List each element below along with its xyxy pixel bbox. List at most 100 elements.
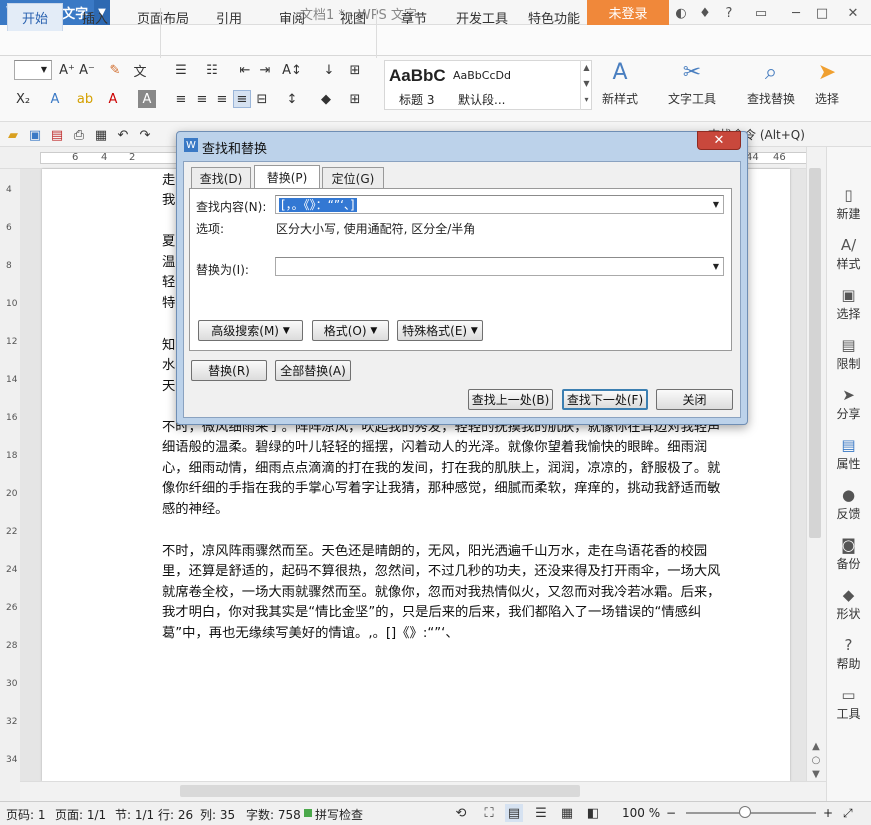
zoom-slider-handle[interactable]: [738, 806, 751, 818]
sidebar-item-help[interactable]: ? 帮助: [826, 636, 871, 672]
page-nav-icon[interactable]: ▲ ○ ▼: [810, 740, 822, 782]
status-section[interactable]: 节: 1/1: [115, 806, 154, 823]
find-input-value[interactable]: [，。《》：“”‘、]: [279, 198, 357, 212]
restore-panel-icon[interactable]: ▭: [751, 3, 771, 23]
subscript-icon[interactable]: X₂: [14, 90, 32, 108]
zoom-slider[interactable]: [686, 812, 816, 814]
text-effect-icon[interactable]: A: [46, 90, 64, 108]
print-icon[interactable]: ⎙: [70, 126, 88, 144]
number-list-icon[interactable]: ☷: [203, 61, 221, 79]
bullet-list-icon[interactable]: ☰: [172, 61, 190, 79]
preview-icon[interactable]: ▦: [92, 126, 110, 144]
chevron-down-icon[interactable]: ▼: [713, 262, 719, 271]
decrease-indent-icon[interactable]: ⇤: [236, 61, 254, 79]
history-icon[interactable]: ⟲: [452, 804, 470, 822]
tab-features[interactable]: 特色功能: [528, 8, 580, 27]
table-icon[interactable]: ⊞: [346, 61, 364, 79]
reading-view-icon[interactable]: ◧: [584, 804, 602, 822]
tab-page-layout[interactable]: 页面布局: [137, 8, 189, 27]
tab-start[interactable]: 开始: [7, 3, 63, 31]
redo-icon[interactable]: ↷: [136, 126, 154, 144]
find-next-button[interactable]: 查找下一处(F): [562, 389, 648, 410]
highlight-icon[interactable]: ab: [76, 90, 94, 108]
grow-font-icon[interactable]: A⁺: [58, 61, 76, 79]
minimize-icon[interactable]: ─: [786, 3, 806, 23]
open-icon[interactable]: ▰: [4, 126, 22, 144]
tab-replace[interactable]: 替换(P): [254, 165, 320, 189]
shrink-font-icon[interactable]: A⁻: [78, 61, 96, 79]
sidebar-item-share[interactable]: ➤ 分享: [826, 386, 871, 422]
align-center-icon[interactable]: ≡: [193, 90, 211, 108]
sidebar-item-feedback[interactable]: ● 反馈: [826, 486, 871, 522]
login-button[interactable]: 未登录: [587, 0, 669, 25]
clear-format-icon[interactable]: ✎: [106, 61, 124, 79]
tab-find[interactable]: 查找(D): [191, 167, 251, 188]
find-replace-button[interactable]: ⌕ 查找替换: [741, 60, 801, 107]
tab-goto[interactable]: 定位(G): [322, 167, 384, 188]
line-spacing-icon[interactable]: ↕: [283, 90, 301, 108]
increase-indent-icon[interactable]: ⇥: [256, 61, 274, 79]
save-icon[interactable]: ▣: [26, 126, 44, 144]
style-sample-heading[interactable]: AaBbC: [389, 66, 446, 86]
replace-button[interactable]: 替换(R): [191, 360, 267, 381]
sidebar-item-new[interactable]: ▯ 新建: [826, 186, 871, 222]
sidebar-item-properties[interactable]: ▤ 属性: [826, 436, 871, 472]
close-icon[interactable]: ✕: [843, 3, 863, 23]
tab-references[interactable]: 引用: [216, 8, 242, 27]
char-shading-icon[interactable]: A: [138, 90, 156, 108]
undo-icon[interactable]: ↶: [114, 126, 132, 144]
pdf-icon[interactable]: ▤: [48, 126, 66, 144]
tab-chapter[interactable]: 章节: [401, 8, 427, 27]
shirt-icon[interactable]: ♦: [695, 3, 715, 23]
justify-icon[interactable]: ≡: [233, 90, 251, 108]
help-icon[interactable]: ?: [719, 3, 739, 23]
border-icon[interactable]: ⊞: [346, 90, 364, 108]
find-previous-button[interactable]: 查找上一处(B): [468, 389, 553, 410]
web-view-icon[interactable]: ▦: [558, 804, 576, 822]
status-page-code[interactable]: 页码: 1: [6, 806, 46, 823]
outline-view-icon[interactable]: ☰: [532, 804, 550, 822]
page-view-icon[interactable]: ▤: [505, 804, 523, 822]
fit-window-icon[interactable]: ⤢: [843, 806, 853, 821]
align-left-icon[interactable]: ≡: [172, 90, 190, 108]
zoom-level[interactable]: 100 %: [622, 806, 660, 820]
sidebar-item-select[interactable]: ▣ 选择: [826, 286, 871, 322]
format-button[interactable]: 格式(O) ▼: [312, 320, 389, 341]
tab-review[interactable]: 审阅: [279, 8, 305, 27]
select-button[interactable]: ➤ 选择: [802, 60, 852, 107]
sidebar-item-tools[interactable]: ▭ 工具: [826, 686, 871, 722]
sidebar-item-shape[interactable]: ◆ 形状: [826, 586, 871, 622]
status-words[interactable]: 字数: 758: [246, 806, 301, 823]
zoom-out-icon[interactable]: −: [666, 806, 676, 820]
vertical-scroll-thumb[interactable]: [809, 168, 821, 538]
fullscreen-icon[interactable]: ⛶: [480, 804, 498, 822]
horizontal-scroll-thumb[interactable]: [180, 785, 580, 797]
dialog-close-button[interactable]: ✕: [697, 131, 741, 150]
chevron-down-icon[interactable]: ▼: [713, 200, 719, 209]
maximize-icon[interactable]: □: [812, 3, 832, 23]
advanced-search-button[interactable]: 高级搜索(M) ▼: [198, 320, 303, 341]
phonetic-icon[interactable]: 文: [131, 61, 149, 80]
text-tool-button[interactable]: ✂ 文字工具: [662, 60, 722, 107]
sort-icon[interactable]: ↓: [320, 61, 338, 79]
font-size-select[interactable]: ▼: [14, 60, 52, 80]
special-format-button[interactable]: 特殊格式(E) ▼: [397, 320, 483, 341]
replace-input[interactable]: ▼: [275, 257, 724, 276]
sidebar-item-restrict[interactable]: ▤ 限制: [826, 336, 871, 372]
status-spell-check[interactable]: 拼写检查: [315, 806, 363, 823]
text-direction-icon[interactable]: A↕: [282, 61, 302, 79]
font-color-icon[interactable]: A: [104, 90, 122, 108]
sidebar-item-backup[interactable]: ◙ 备份: [826, 536, 871, 572]
tab-view[interactable]: 视图: [340, 8, 366, 27]
distribute-icon[interactable]: ⊟: [253, 90, 271, 108]
status-page[interactable]: 页面: 1/1: [55, 806, 106, 823]
tab-developer[interactable]: 开发工具: [456, 8, 508, 27]
align-right-icon[interactable]: ≡: [213, 90, 231, 108]
close-button[interactable]: 关闭: [656, 389, 733, 410]
skin-icon[interactable]: ◐: [671, 3, 691, 23]
style-sample-normal[interactable]: AaBbCcDd: [453, 69, 511, 82]
tab-insert[interactable]: 插入: [82, 8, 108, 27]
sidebar-item-style[interactable]: A/样式: [826, 236, 871, 272]
new-style-button[interactable]: A 新样式: [590, 60, 650, 107]
fill-color-icon[interactable]: ◆: [317, 90, 335, 108]
